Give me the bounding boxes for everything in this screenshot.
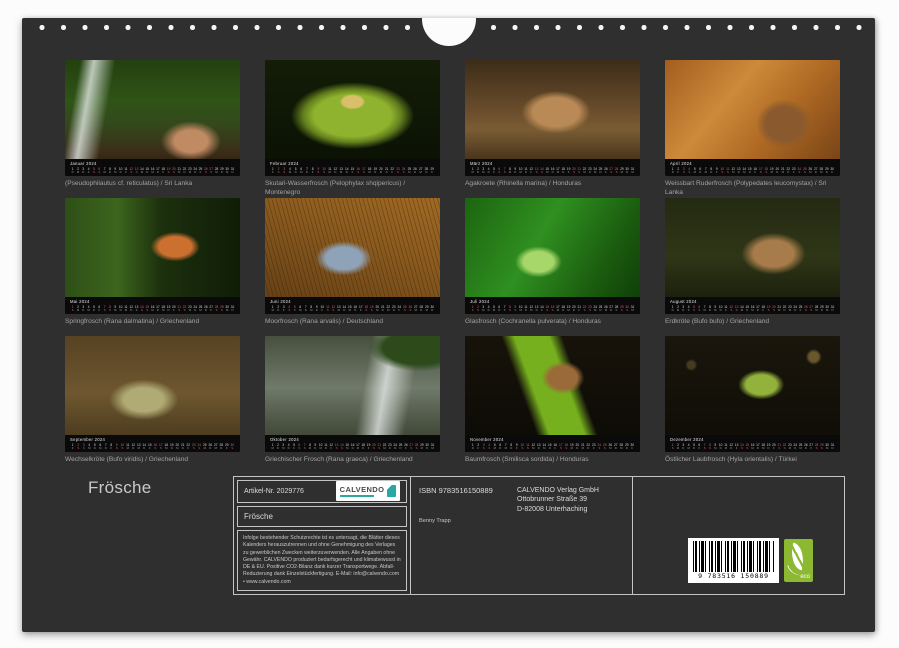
month-photo-september: September 2024 1F2S3S4M5D6M7D8F9S10S11M1… bbox=[65, 336, 240, 452]
month-caption: Moorfrosch (Rana arvalis) / Deutschland bbox=[265, 318, 440, 327]
calvendo-logo-tagline-bar bbox=[340, 495, 374, 497]
mini-calendar-month-label: September 2024 bbox=[70, 437, 235, 442]
mini-calendar-strip: November 2024 1D2F3S4S5M6D7M8D9F10S11S12… bbox=[465, 435, 640, 452]
product-info-box: Artikel-Nr. 2029776 CALVENDO Frösche Inf… bbox=[233, 476, 845, 595]
mini-calendar-days: 1D2F3S4S5M6D7M8D9F10S11S12M13D14M15D16F1… bbox=[670, 168, 835, 175]
month-photo-januar: Januar 2024 1D2M3D4F5S6S7M8D9M10D11F12S1… bbox=[65, 60, 240, 176]
barcode-digits: 9 783516 150889 bbox=[693, 572, 774, 580]
month-caption: Erdkröte (Bufo bufo) / Griechenland bbox=[665, 318, 840, 327]
info-column-article: Artikel-Nr. 2029776 CALVENDO Frösche Inf… bbox=[234, 477, 411, 594]
month-caption: Agakroete (Rhinella marina) / Honduras bbox=[465, 180, 640, 189]
eco-label: eco bbox=[800, 574, 810, 580]
mini-calendar-month-label: Juni 2024 bbox=[270, 299, 435, 304]
month-photo-november: November 2024 1D2F3S4S5M6D7M8D9F10S11S12… bbox=[465, 336, 640, 452]
month-thumbnail-grid: Januar 2024 1D2M3D4F5S6S7M8D9M10D11F12S1… bbox=[65, 60, 840, 474]
month-photo-august: August 2024 1D2M3D4F5S6S7M8D9M10D11F12S1… bbox=[665, 198, 840, 314]
month-cell-november: November 2024 1D2F3S4S5M6D7M8D9F10S11S12… bbox=[465, 336, 640, 474]
info-column-barcode: 9 783516 150889 eco bbox=[633, 477, 844, 594]
mini-calendar-strip: September 2024 1F2S3S4M5D6M7D8F9S10S11M1… bbox=[65, 435, 240, 452]
calvendo-logo: CALVENDO bbox=[336, 481, 400, 501]
month-cell-august: August 2024 1D2M3D4F5S6S7M8D9M10D11F12S1… bbox=[665, 198, 840, 336]
mini-calendar-strip: Dezember 2024 1S2M3D4M5D6F7S8S9M10D11M12… bbox=[665, 435, 840, 452]
publisher-address: CALVENDO Verlag GmbH Ottobrunner Straße … bbox=[517, 486, 599, 514]
mini-calendar-days: 1D2F3S4S5M6D7M8D9F10S11S12M13D14M15D16F1… bbox=[470, 444, 635, 451]
mini-calendar-days: 1M2D3M4D5F6S7S8M9D10M11D12F13S14S15M16D1… bbox=[270, 444, 435, 451]
isbn-number: ISBN 9783516150889 bbox=[419, 486, 493, 495]
mini-calendar-strip: Juni 2024 1M2D3F4S5S6M7D8M9D10F11S12S13M… bbox=[265, 297, 440, 314]
month-caption: Weissbart Ruderfrosch (Polypedates leuco… bbox=[665, 180, 840, 198]
mini-calendar-days: 1F2S3S4M5D6M7D8F9S10S11M12D13M14D15F16S1… bbox=[70, 444, 235, 451]
month-caption: Glasfrosch (Cochranella pulverata) / Hon… bbox=[465, 318, 640, 327]
month-photo-maerz: März 2024 1M2D3M4D5F6S7S8M9D10M11D12F13S… bbox=[465, 60, 640, 176]
mini-calendar-strip: März 2024 1M2D3M4D5F6S7S8M9D10M11D12F13S… bbox=[465, 159, 640, 176]
publisher-line: D-82008 Unterhaching bbox=[517, 505, 599, 514]
mini-calendar-month-label: Juli 2024 bbox=[470, 299, 635, 304]
month-photo-juni: Juni 2024 1M2D3F4S5S6M7D8M9D10F11S12S13M… bbox=[265, 198, 440, 314]
mini-calendar-month-label: April 2024 bbox=[670, 161, 835, 166]
mini-calendar-days: 1M2D3F4S5S6M7D8M9D10F11S12S13M14D15M16D1… bbox=[270, 306, 435, 313]
mini-calendar-strip: April 2024 1D2F3S4S5M6D7M8D9F10S11S12M13… bbox=[665, 159, 840, 176]
month-caption: Skutari-Wasserfrosch (Pelophylax shqiper… bbox=[265, 180, 440, 198]
mini-calendar-month-label: Februar 2024 bbox=[270, 161, 435, 166]
month-caption: Wechselkröte (Bufo viridis) / Griechenla… bbox=[65, 456, 240, 465]
month-photo-februar: Februar 2024 1F2S3S4M5D6M7D8F9S10S11M12D… bbox=[265, 60, 440, 176]
month-photo-dezember: Dezember 2024 1S2M3D4M5D6F7S8S9M10D11M12… bbox=[665, 336, 840, 452]
info-column-publisher: ISBN 9783516150889 CALVENDO Verlag GmbH … bbox=[411, 477, 633, 594]
mini-calendar-month-label: Mai 2024 bbox=[70, 299, 235, 304]
month-caption: Griechischer Frosch (Rana graeca) / Grie… bbox=[265, 456, 440, 465]
calendar-back-page: Januar 2024 1D2M3D4F5S6S7M8D9M10D11F12S1… bbox=[22, 18, 875, 632]
mini-calendar-days: 1F2S3S4M5D6M7D8F9S10S11M12D13M14D15F16S1… bbox=[270, 168, 435, 175]
month-cell-januar: Januar 2024 1D2M3D4F5S6S7M8D9M10D11F12S1… bbox=[65, 60, 240, 198]
month-caption: Springfrosch (Rana dalmatina) / Griechen… bbox=[65, 318, 240, 327]
mini-calendar-days: 1S2S3M4D5M6D7F8S9S10M11D12M13D14F15S16S1… bbox=[470, 306, 635, 313]
hanger-hole bbox=[422, 18, 476, 46]
month-photo-oktober: Oktober 2024 1M2D3M4D5F6S7S8M9D10M11D12F… bbox=[265, 336, 440, 452]
month-caption: Östlicher Laubfrosch (Hyla orientalis) /… bbox=[665, 456, 840, 465]
month-photo-april: April 2024 1D2F3S4S5M6D7M8D9F10S11S12M13… bbox=[665, 60, 840, 176]
month-cell-mai: Mai 2024 1S2M3D4M5D6F7S8S9M10D11M12D13F1… bbox=[65, 198, 240, 336]
mini-calendar-days: 1D2M3D4F5S6S7M8D9M10D11F12S13S14M15D16M1… bbox=[670, 306, 835, 313]
publisher-line: Ottobrunner Straße 39 bbox=[517, 495, 599, 504]
author-name: Benny Trapp bbox=[419, 518, 451, 524]
month-cell-april: April 2024 1D2F3S4S5M6D7M8D9F10S11S12M13… bbox=[665, 60, 840, 198]
series-title-cell: Frösche bbox=[237, 506, 407, 527]
month-caption: Baumfrosch (Smilisca sordida) / Honduras bbox=[465, 456, 640, 465]
mini-calendar-month-label: August 2024 bbox=[670, 299, 835, 304]
mini-calendar-month-label: November 2024 bbox=[470, 437, 635, 442]
mini-calendar-strip: Juli 2024 1S2S3M4D5M6D7F8S9S10M11D12M13D… bbox=[465, 297, 640, 314]
article-number-cell: Artikel-Nr. 2029776 CALVENDO bbox=[237, 480, 407, 503]
mini-calendar-strip: Oktober 2024 1M2D3M4D5F6S7S8M9D10M11D12F… bbox=[265, 435, 440, 452]
mini-calendar-month-label: Oktober 2024 bbox=[270, 437, 435, 442]
barcode-bars bbox=[693, 541, 774, 572]
month-cell-februar: Februar 2024 1F2S3S4M5D6M7D8F9S10S11M12D… bbox=[265, 60, 440, 198]
mini-calendar-days: 1S2M3D4M5D6F7S8S9M10D11M12D13F14S15S16M1… bbox=[670, 444, 835, 451]
mini-calendar-strip: Februar 2024 1F2S3S4M5D6M7D8F9S10S11M12D… bbox=[265, 159, 440, 176]
month-caption: (Pseudophilautus cf. reticulatus) / Sri … bbox=[65, 180, 240, 189]
calvendo-logo-mark-icon bbox=[387, 485, 396, 497]
month-cell-juni: Juni 2024 1M2D3F4S5S6M7D8M9D10F11S12S13M… bbox=[265, 198, 440, 336]
month-cell-oktober: Oktober 2024 1M2D3M4D5F6S7S8M9D10M11D12F… bbox=[265, 336, 440, 474]
eco-logo: eco bbox=[784, 539, 813, 582]
publisher-line: CALVENDO Verlag GmbH bbox=[517, 486, 599, 495]
mini-calendar-month-label: Januar 2024 bbox=[70, 161, 235, 166]
mini-calendar-days: 1D2M3D4F5S6S7M8D9M10D11F12S13S14M15D16M1… bbox=[70, 168, 235, 175]
page-title: Frösche bbox=[88, 478, 152, 498]
mini-calendar-month-label: März 2024 bbox=[470, 161, 635, 166]
mini-calendar-strip: Mai 2024 1S2M3D4M5D6F7S8S9M10D11M12D13F1… bbox=[65, 297, 240, 314]
calvendo-logo-text: CALVENDO bbox=[340, 486, 385, 494]
ean-barcode: 9 783516 150889 bbox=[688, 538, 779, 583]
mini-calendar-days: 1S2M3D4M5D6F7S8S9M10D11M12D13F14S15S16M1… bbox=[70, 306, 235, 313]
mini-calendar-days: 1M2D3M4D5F6S7S8M9D10M11D12F13S14S15M16D1… bbox=[470, 168, 635, 175]
month-photo-juli: Juli 2024 1S2S3M4D5M6D7F8S9S10M11D12M13D… bbox=[465, 198, 640, 314]
article-number: Artikel-Nr. 2029776 bbox=[244, 488, 304, 495]
month-cell-september: September 2024 1F2S3S4M5D6M7D8F9S10S11M1… bbox=[65, 336, 240, 474]
month-cell-dezember: Dezember 2024 1S2M3D4M5D6F7S8S9M10D11M12… bbox=[665, 336, 840, 474]
legal-text-cell: Infolge bestehender Schutzrechte ist es … bbox=[237, 530, 407, 591]
month-cell-maerz: März 2024 1M2D3M4D5F6S7S8M9D10M11D12F13S… bbox=[465, 60, 640, 198]
mini-calendar-month-label: Dezember 2024 bbox=[670, 437, 835, 442]
mini-calendar-strip: August 2024 1D2M3D4F5S6S7M8D9M10D11F12S1… bbox=[665, 297, 840, 314]
month-cell-juli: Juli 2024 1S2S3M4D5M6D7F8S9S10M11D12M13D… bbox=[465, 198, 640, 336]
mini-calendar-strip: Januar 2024 1D2M3D4F5S6S7M8D9M10D11F12S1… bbox=[65, 159, 240, 176]
month-photo-mai: Mai 2024 1S2M3D4M5D6F7S8S9M10D11M12D13F1… bbox=[65, 198, 240, 314]
